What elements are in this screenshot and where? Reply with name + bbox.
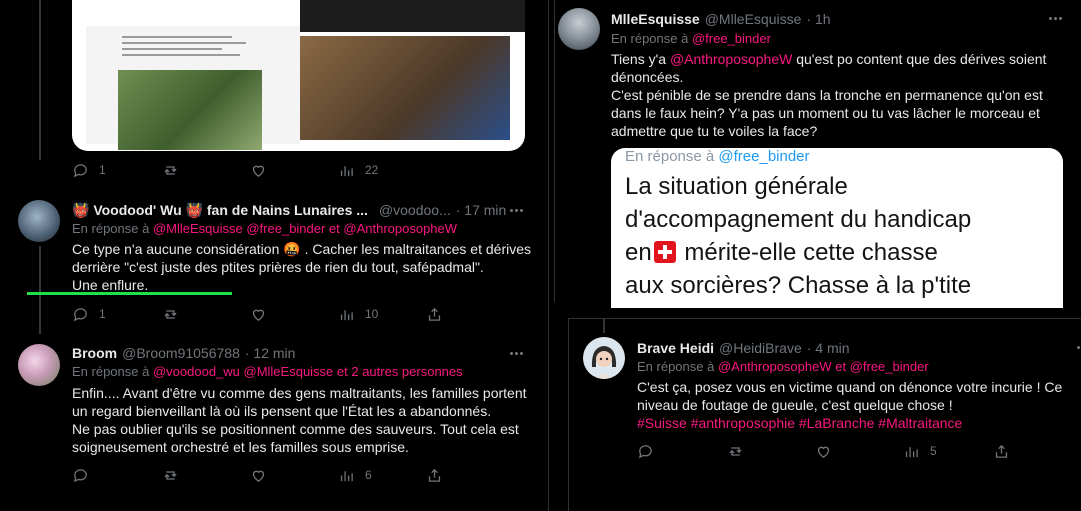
retweet-icon [164, 309, 177, 319]
reply-to-line: En réponse à @AnthroposopheW et @free_bi… [637, 359, 929, 374]
hashtags[interactable]: #Suisse #anthroposophie #LaBranche #Malt… [637, 414, 1077, 432]
share-action[interactable] [426, 467, 443, 484]
share-action[interactable] [993, 443, 1010, 460]
author-handle[interactable]: @Broom91056788 [122, 345, 240, 361]
quoted-screenshot-image[interactable]: En réponse à @free_binder La situation g… [611, 148, 1063, 308]
author-handle[interactable]: @voodoo... [379, 202, 451, 218]
reply-to-line: En réponse à @MlleEsquisse @free_binder … [72, 221, 458, 236]
tweet-actions: 1 10 [72, 304, 452, 324]
reply-mentions[interactable]: @free_binder [692, 31, 771, 46]
share-icon [428, 468, 441, 482]
author-name[interactable]: Brave Heidi [637, 340, 714, 356]
reply-action[interactable]: 1 [72, 162, 162, 179]
reply-icon [73, 468, 87, 482]
retweet-icon [164, 470, 177, 480]
share-icon [995, 444, 1008, 458]
avatar[interactable] [18, 200, 60, 242]
highlight-underline [27, 292, 232, 295]
reply-count: 1 [99, 307, 106, 321]
tweet-time[interactable]: · 4 min [807, 340, 850, 356]
tweet-text: Tiens y'a @AnthroposopheW qu'est po cont… [611, 51, 1047, 139]
tweet-text: C'est ça, posez vous en victime quand on… [637, 378, 1077, 432]
reply-action[interactable] [72, 467, 162, 484]
more-icon[interactable] [506, 348, 526, 358]
avatar[interactable] [558, 8, 600, 50]
views-count: 10 [365, 307, 379, 321]
quote-reply-line: En réponse à @free_binder [625, 148, 810, 165]
views-count: 6 [365, 468, 372, 482]
reply-to-line: En réponse à @voodood_wu @MlleEsquisse e… [72, 364, 463, 379]
media-photo-people [118, 70, 262, 150]
author-name[interactable]: Broom [72, 345, 117, 361]
heart-icon [817, 446, 830, 458]
more-icon[interactable] [506, 205, 526, 215]
quote-text: La situation générale d'accompagnement d… [625, 173, 972, 299]
retweet-action[interactable] [162, 467, 250, 484]
more-icon[interactable] [1073, 342, 1081, 352]
views-action[interactable]: 10 [338, 306, 426, 323]
tweet-actions: 1 22 [72, 160, 452, 180]
right-bottom-tweet-panel: Brave Heidi @HeidiBrave · 4 min En répon… [568, 318, 1081, 511]
tweet-actions: 5 [637, 441, 1037, 461]
reply-mentions[interactable]: @voodood_wu @MlleEsquisse et 2 autres pe… [153, 364, 463, 379]
reply-icon [73, 163, 87, 177]
avatar[interactable] [18, 344, 60, 386]
heart-icon [252, 470, 265, 482]
tweet-text: Enfin.... Avant d'être vu comme des gens… [72, 385, 527, 455]
retweet-action[interactable] [162, 306, 250, 323]
thread-line [603, 319, 605, 333]
reply-icon [638, 444, 652, 458]
media-caption-strip [300, 0, 525, 32]
reply-action[interactable]: 1 [72, 306, 162, 323]
thread-line [39, 0, 41, 160]
retweet-action[interactable] [162, 162, 250, 179]
retweet-action[interactable] [727, 443, 815, 460]
reply-mentions[interactable]: @MlleEsquisse @free_binder et @Anthropos… [153, 221, 457, 236]
tweet-time[interactable]: · 17 min [456, 202, 507, 218]
author-handle[interactable]: @MlleEsquisse [705, 11, 802, 27]
author-name[interactable]: MlleEsquisse [611, 11, 700, 27]
tweet-time[interactable]: · 1h [806, 11, 830, 27]
reply-to-line: En réponse à @free_binder [611, 31, 771, 46]
swiss-flag-icon [653, 241, 676, 263]
views-action[interactable]: 6 [338, 467, 426, 484]
views-count: 5 [930, 444, 937, 458]
retweet-icon [164, 165, 177, 175]
views-action[interactable]: 5 [903, 443, 993, 460]
author-handle[interactable]: @HeidiBrave [719, 340, 802, 356]
tweet-text: Ce type n'a aucune considération 🤬 . Cac… [72, 241, 532, 293]
tweet-media-image[interactable] [72, 0, 525, 151]
analytics-icon [340, 470, 353, 481]
reply-action[interactable] [637, 443, 727, 460]
heart-icon [252, 309, 265, 321]
left-timeline-panel: 1 22 👹 Voodood' Wu 👹 fan de Nains Lunair… [0, 0, 549, 511]
media-photo-workshop [300, 36, 510, 140]
inline-mention[interactable]: @AnthroposopheW [670, 51, 792, 67]
views-count: 22 [365, 163, 379, 177]
author-name[interactable]: 👹 Voodood' Wu 👹 fan de Nains Lunaires ..… [72, 202, 368, 219]
retweet-icon [729, 446, 742, 456]
like-action[interactable] [815, 443, 903, 460]
like-action[interactable] [250, 467, 338, 484]
reply-mentions[interactable]: @AnthroposopheW et @free_binder [718, 359, 929, 374]
share-icon [428, 307, 441, 321]
analytics-icon [340, 309, 353, 320]
avatar-illustration [591, 346, 617, 379]
reply-icon [73, 307, 87, 321]
analytics-icon [340, 165, 353, 176]
like-action[interactable] [250, 162, 338, 179]
tweet-actions: 6 [72, 465, 452, 485]
tweet-time[interactable]: · 12 min [245, 345, 296, 361]
share-action[interactable] [426, 306, 443, 323]
heart-icon [252, 165, 265, 177]
analytics-icon [905, 446, 918, 457]
like-action[interactable] [250, 306, 338, 323]
more-icon[interactable] [1045, 13, 1065, 23]
reply-count: 1 [99, 163, 106, 177]
views-action[interactable]: 22 [338, 162, 428, 179]
avatar[interactable] [583, 337, 625, 379]
